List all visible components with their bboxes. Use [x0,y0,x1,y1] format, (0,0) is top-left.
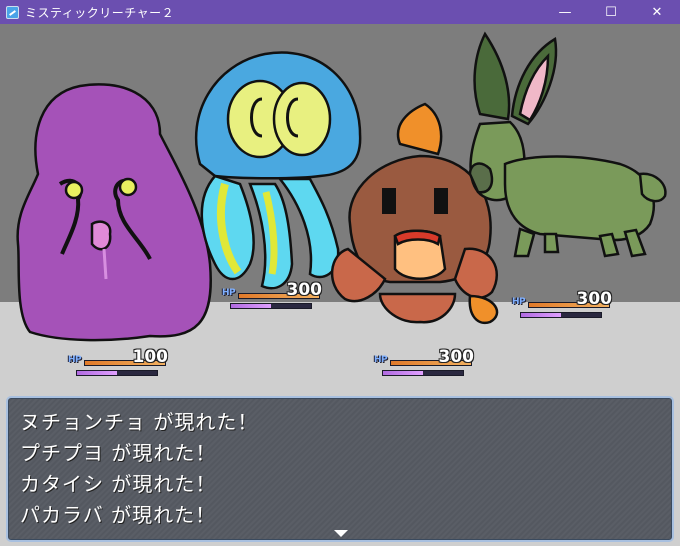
enemy-1-hp-value: 100 [132,347,169,367]
close-button[interactable]: ✕ [634,0,680,24]
message-line: パカラバ が現れた！ [20,503,217,527]
enemy-2-mp-bar [230,303,312,309]
enemy-2-hp-label: HP [222,288,236,298]
enemy-1-mp-bar [76,370,158,376]
enemy-2-gauge: HP 300 [222,280,322,310]
enemy-4-hp-label: HP [512,297,526,307]
enemy-4-hp-value: 300 [576,289,613,309]
enemy-3-mp-bar [382,370,464,376]
enemy-sprite-puchipuyo[interactable] [194,51,362,290]
minimize-button[interactable]: — [542,0,588,24]
title-bar: ミスティックリーチャー２ — ☐ ✕ [0,0,680,24]
message-line: ヌチョンチョ が現れた！ [20,410,259,434]
enemy-1-hp-label: HP [68,355,82,365]
enemy-3-gauge: HP 300 [374,347,474,377]
game-app-icon [6,5,19,19]
enemy-2-hp-value: 300 [286,280,323,300]
enemy-sprite-nuchoncho[interactable] [16,83,212,342]
enemy-3-hp-label: HP [374,355,388,365]
message-line: プチプヨ が現れた！ [20,441,217,465]
enemy-3-hp-value: 300 [438,347,475,367]
message-window[interactable]: ヌチョンチョ が現れた！ プチプヨ が現れた！ カタイシ が現れた！ パカラバ … [6,396,674,542]
message-line: カタイシ が現れた！ [20,472,217,496]
enemy-4-mp-bar [520,312,602,318]
continue-arrow-icon[interactable] [334,530,348,537]
enemy-4-gauge: HP 300 [512,289,612,319]
maximize-button[interactable]: ☐ [588,0,634,24]
enemy-sprite-pakaraba[interactable] [468,31,667,258]
enemy-1-gauge: HP 100 [68,347,168,377]
battle-scene: HP 100 HP 300 HP 300 HP 300 ヌチョンチョ が現れた！… [0,24,680,546]
window-controls: — ☐ ✕ [542,0,680,24]
window-title: ミスティックリーチャー２ [25,5,175,20]
